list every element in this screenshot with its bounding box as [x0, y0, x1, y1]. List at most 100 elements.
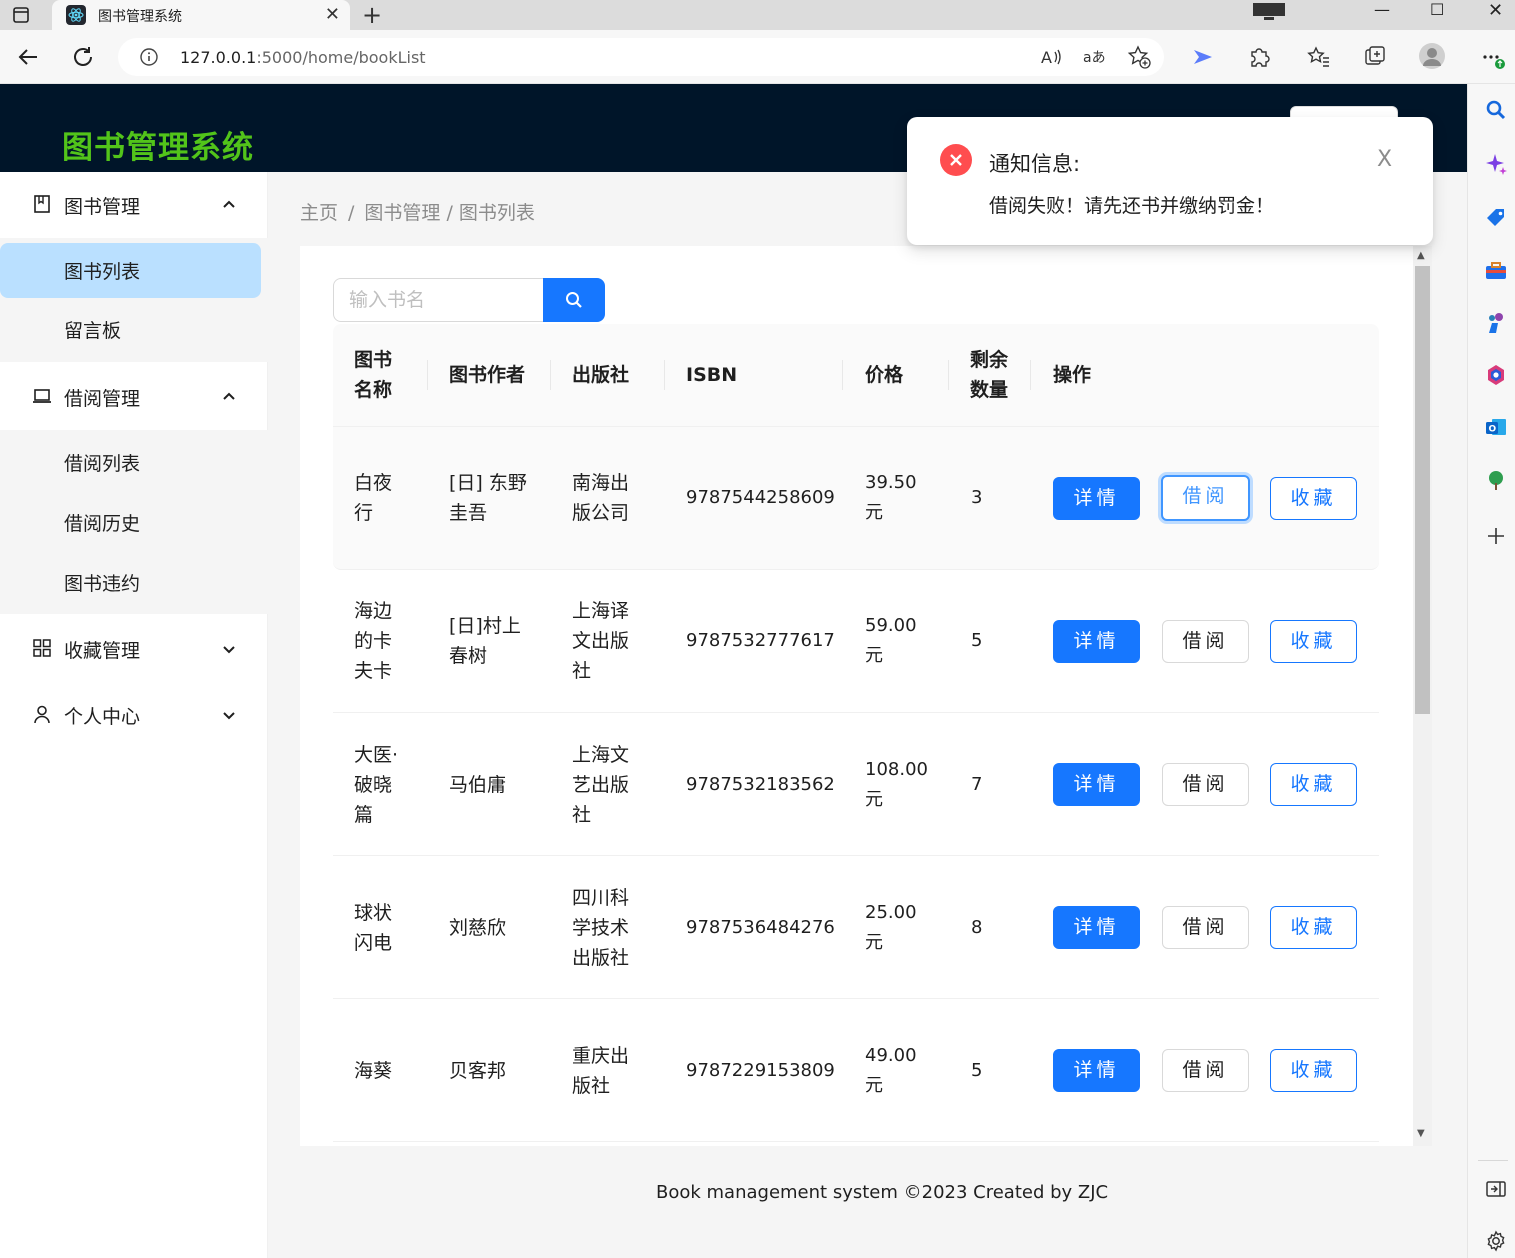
- back-arrow-icon[interactable]: [15, 44, 41, 70]
- column-header-remaining: 剩余 数量: [970, 349, 1009, 401]
- shopping-tag-icon[interactable]: [1484, 206, 1508, 230]
- microsoft-365-icon[interactable]: [1484, 363, 1508, 387]
- menu-group-label: 收藏管理: [64, 640, 141, 662]
- chevron-down-icon: [223, 712, 235, 720]
- more-options-icon[interactable]: [1480, 44, 1506, 70]
- settings-gear-icon[interactable]: [1484, 1229, 1508, 1253]
- read-aloud-icon[interactable]: A: [1038, 44, 1064, 70]
- borrow-button[interactable]: 借阅: [1161, 475, 1250, 521]
- sidebar-item-book-violation[interactable]: 图书违约: [0, 555, 268, 611]
- app-logo: 图书管理系统: [62, 130, 254, 166]
- menu-group-personal-center[interactable]: 个人中心: [0, 682, 268, 748]
- card-scrollbar-thumb[interactable]: [1415, 266, 1430, 714]
- menu-group-borrow-management[interactable]: 借阅管理: [0, 364, 268, 430]
- borrow-button[interactable]: 借阅: [1162, 763, 1249, 806]
- cell-book-name: 海葵: [354, 1060, 393, 1082]
- tools-briefcase-icon[interactable]: [1484, 259, 1508, 283]
- laptop-icon: [33, 389, 51, 403]
- cell-publisher: 四川科 学技术 出版社: [572, 887, 630, 969]
- search-icon[interactable]: [1484, 98, 1508, 122]
- search-icon: [566, 292, 582, 308]
- detail-button[interactable]: 详情: [1053, 620, 1140, 663]
- cell-author: 马伯庸: [449, 774, 507, 796]
- url-field[interactable]: 127.0.0.1:5000/home/bookList: [118, 38, 1164, 76]
- column-header-publisher: 出版社: [572, 364, 630, 386]
- book-name-search-input[interactable]: [333, 278, 545, 322]
- profile-avatar-icon[interactable]: [1418, 42, 1446, 70]
- favorite-button[interactable]: 收藏: [1270, 1049, 1357, 1092]
- sidebar-item-borrow-list[interactable]: 借阅列表: [0, 435, 268, 491]
- favorite-button[interactable]: 收藏: [1270, 906, 1357, 949]
- cell-publisher: 上海译 文出版社: [572, 600, 630, 682]
- cell-remaining: 5: [971, 630, 983, 651]
- borrow-button[interactable]: 借阅: [1162, 906, 1249, 949]
- add-icon[interactable]: [1484, 524, 1508, 548]
- breadcrumb: 主页 / 图书管理 / 图书列表: [300, 198, 535, 225]
- borrow-button[interactable]: 借阅: [1162, 1049, 1249, 1092]
- cell-publisher: 重庆出 版社: [572, 1045, 630, 1097]
- collections-icon[interactable]: [1362, 44, 1388, 70]
- sidebar-item-label: 借阅列表: [64, 453, 141, 475]
- games-icon[interactable]: [1484, 311, 1508, 335]
- menu-group-book-management[interactable]: 图书管理: [0, 172, 268, 238]
- sidebar-item-label: 留言板: [64, 320, 122, 342]
- translate-icon[interactable]: aあ: [1082, 44, 1108, 70]
- outlook-icon[interactable]: O: [1484, 415, 1508, 439]
- detail-button[interactable]: 详情: [1053, 763, 1140, 806]
- cell-publisher: 南海出 版公司: [572, 472, 630, 524]
- svg-text:aあ: aあ: [1083, 50, 1106, 66]
- favorite-button[interactable]: 收藏: [1270, 477, 1357, 520]
- breadcrumb-section: 图书管理: [364, 202, 441, 224]
- cell-author: 刘慈欣: [449, 917, 507, 939]
- column-header-price: 价格: [865, 364, 904, 386]
- site-info-icon[interactable]: [140, 48, 158, 66]
- monitor-icon[interactable]: [1252, 2, 1286, 22]
- cell-price: 25.00 元: [865, 902, 917, 953]
- svg-text:O: O: [1489, 425, 1497, 435]
- submenu-borrow-management: 借阅列表 借阅历史 图书违约: [0, 430, 268, 614]
- favorite-add-icon[interactable]: [1126, 44, 1152, 70]
- tab-close-icon[interactable]: ✕: [325, 4, 340, 25]
- maximize-button[interactable]: ☐: [1430, 0, 1444, 19]
- menu-group-label: 个人中心: [64, 706, 141, 728]
- breadcrumb-current: / 图书列表: [446, 202, 535, 224]
- breadcrumb-home[interactable]: 主页: [300, 202, 338, 224]
- menu-group-favorites-management[interactable]: 收藏管理: [0, 616, 268, 682]
- cell-isbn: 9787544258609: [686, 487, 835, 508]
- sidebar-item-borrow-history[interactable]: 借阅历史: [0, 495, 268, 551]
- column-divider: [1030, 360, 1031, 390]
- search-button[interactable]: [543, 278, 605, 322]
- cell-author: 贝客邦: [449, 1060, 507, 1082]
- sidebar-item-label: 图书列表: [64, 261, 141, 283]
- detail-button[interactable]: 详情: [1053, 477, 1140, 520]
- browser-tab-active[interactable]: 图书管理系统 ✕: [52, 0, 350, 30]
- new-tab-icon[interactable]: +: [362, 1, 382, 29]
- scroll-down-arrow-icon[interactable]: ▼: [1417, 1128, 1425, 1139]
- cell-price: 39.50 元: [865, 472, 917, 523]
- scroll-up-arrow-icon[interactable]: ▲: [1417, 250, 1425, 261]
- tree-drop-icon[interactable]: [1484, 468, 1508, 492]
- favorites-icon[interactable]: [1306, 44, 1332, 70]
- favorite-button[interactable]: 收藏: [1270, 763, 1357, 806]
- refresh-icon[interactable]: [70, 44, 96, 70]
- extension-arrow-icon[interactable]: [1190, 44, 1216, 70]
- table-row: 海边 的卡 夫卡 [日]村上 春树 上海译 文出版社 9787532777617 59.…: [333, 570, 1379, 713]
- cell-remaining: 5: [971, 1060, 983, 1081]
- table-header: 图书 名称 图书作者 出版社 ISBN 价格 剩余 数量 操作: [333, 324, 1379, 427]
- cell-price: 49.00 元: [865, 1045, 917, 1096]
- sidebar-item-book-list[interactable]: 图书列表: [0, 243, 268, 299]
- detail-button[interactable]: 详情: [1053, 906, 1140, 949]
- notification-close-icon[interactable]: X: [1377, 147, 1392, 172]
- sidebar-item-label: 借阅历史: [64, 513, 141, 535]
- extensions-puzzle-icon[interactable]: [1246, 44, 1272, 70]
- tab-actions-icon[interactable]: [8, 4, 34, 26]
- sidebar-toggle-icon[interactable]: [1484, 1177, 1508, 1201]
- detail-button[interactable]: 详情: [1053, 1049, 1140, 1092]
- window-close-button[interactable]: ✕: [1488, 0, 1503, 21]
- copilot-sparkle-icon[interactable]: [1484, 152, 1508, 176]
- favorite-button[interactable]: 收藏: [1270, 620, 1357, 663]
- sidebar-item-message-board[interactable]: 留言板: [0, 304, 268, 360]
- column-divider: [842, 360, 843, 390]
- minimize-button[interactable]: —: [1374, 0, 1390, 19]
- borrow-button[interactable]: 借阅: [1162, 620, 1249, 663]
